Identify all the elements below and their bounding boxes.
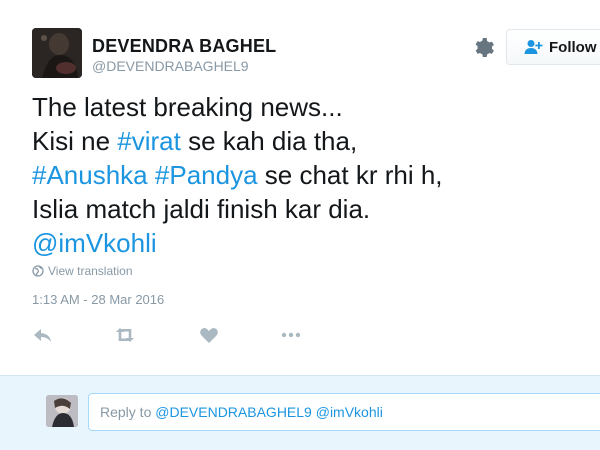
author-display-name[interactable]: DEVENDRA BAGHEL xyxy=(92,36,276,57)
reply-input[interactable]: Reply to @DEVENDRABAGHEL9 @imVkohli xyxy=(88,393,600,431)
tweet-text-segment: se chat kr rhi h, xyxy=(257,160,443,190)
hashtag-pandya[interactable]: #Pandya xyxy=(155,160,258,190)
tweet-timestamp[interactable]: 1:13 AM - 28 Mar 2016 xyxy=(32,292,164,307)
hashtag-anushka[interactable]: #Anushka xyxy=(32,160,148,190)
current-user-avatar xyxy=(46,395,78,427)
tweet-line-3: #Anushka #Pandya se chat kr rhi h, xyxy=(32,158,592,192)
add-person-icon xyxy=(523,39,543,55)
tweet-line-4: Islia match jaldi finish kar dia. xyxy=(32,194,371,224)
follow-button[interactable]: Follow xyxy=(506,29,600,65)
current-user-avatar-image xyxy=(46,395,78,427)
tweet-line-1: The latest breaking news... xyxy=(32,92,343,122)
avatar-image xyxy=(32,28,82,78)
tweet-line-5: @imVkohli xyxy=(32,226,592,260)
like-icon[interactable] xyxy=(198,324,220,346)
reply-icon[interactable] xyxy=(32,324,54,346)
reply-section: Reply to @DEVENDRABAGHEL9 @imVkohli xyxy=(0,375,600,450)
hashtag-virat[interactable]: #virat xyxy=(117,126,181,156)
retweet-icon[interactable] xyxy=(114,324,136,346)
gear-icon[interactable] xyxy=(471,36,495,60)
tweet-text-space xyxy=(148,160,155,190)
globe-icon xyxy=(32,265,44,277)
more-icon[interactable] xyxy=(280,324,302,346)
author-avatar[interactable] xyxy=(32,28,82,78)
reply-prefix: Reply to xyxy=(100,404,152,420)
tweet-actions xyxy=(32,324,332,346)
view-translation-link[interactable]: View translation xyxy=(32,264,133,278)
tweet-line-2: Kisi ne #virat se kah dia tha, xyxy=(32,124,592,158)
view-translation-label: View translation xyxy=(48,264,133,278)
reply-mentions: @DEVENDRABAGHEL9 @imVkohli xyxy=(155,404,383,420)
tweet-page: DEVENDRA BAGHEL @DEVENDRABAGHEL9 Follow … xyxy=(0,0,600,450)
author-screen-name[interactable]: @DEVENDRABAGHEL9 xyxy=(92,58,249,74)
tweet-text: The latest breaking news... Kisi ne #vir… xyxy=(32,90,592,260)
follow-label: Follow xyxy=(549,38,597,56)
mention-imvkohli[interactable]: @imVkohli xyxy=(32,228,157,258)
tweet-text-segment: Kisi ne xyxy=(32,126,118,156)
tweet-text-segment: se kah dia tha, xyxy=(180,126,358,156)
